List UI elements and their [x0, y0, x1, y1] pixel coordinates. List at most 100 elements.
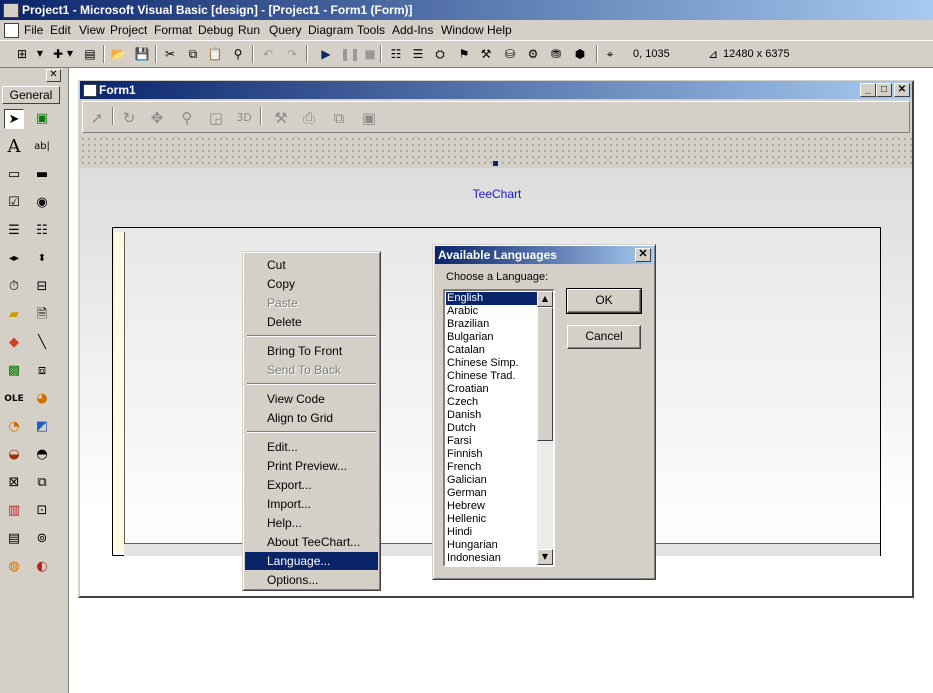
commandbutton-tool-icon[interactable]: ▬: [32, 165, 52, 185]
list-item[interactable]: English: [445, 291, 541, 306]
toolbox-icon[interactable]: ⚒: [478, 46, 494, 62]
edit-chart-icon[interactable]: ⚒: [271, 108, 291, 128]
find-icon[interactable]: ⚲: [230, 46, 246, 62]
line-tool-icon[interactable]: ╲: [32, 333, 52, 353]
checkbox-tool-icon[interactable]: ☑: [4, 193, 24, 213]
list-item[interactable]: German: [446, 487, 487, 500]
select-arrow-icon[interactable]: ➚: [87, 108, 107, 128]
project-explorer-icon[interactable]: ☷: [388, 46, 404, 62]
open-folder-icon[interactable]: 📂: [110, 46, 126, 62]
list-item[interactable]: Dutch: [446, 422, 476, 435]
toolbox-tab-general[interactable]: General: [2, 86, 60, 104]
properties-icon[interactable]: ☰: [410, 46, 426, 62]
list-item[interactable]: Catalan: [446, 344, 485, 357]
timer-tool-icon[interactable]: ⏱: [4, 277, 24, 297]
menu-format[interactable]: Format: [154, 23, 192, 37]
form-icon[interactable]: [83, 84, 97, 97]
textbox-tool-icon[interactable]: ab|: [32, 137, 52, 157]
menu-tools[interactable]: Tools: [357, 23, 385, 37]
menu-item-language[interactable]: Language...: [245, 552, 378, 570]
menu-item-bring-to-front[interactable]: Bring To Front: [245, 342, 378, 360]
hscrollbar-tool-icon[interactable]: ◂▸: [4, 249, 24, 269]
chart-web-icon[interactable]: ◐: [32, 557, 52, 577]
menu-debug[interactable]: Debug: [198, 23, 233, 37]
vb-app-icon[interactable]: [3, 3, 19, 18]
selection-handle[interactable]: [493, 161, 498, 166]
filelistbox-tool-icon[interactable]: 🗎: [32, 305, 52, 325]
menu-item-edit[interactable]: Edit...: [245, 438, 378, 456]
database-icon[interactable]: ⛃: [548, 46, 564, 62]
cancel-button[interactable]: Cancel: [567, 325, 641, 349]
data-view-icon[interactable]: ⛁: [502, 46, 518, 62]
list-item[interactable]: Hungarian: [446, 539, 498, 552]
listbox-tool-icon[interactable]: ☷: [32, 221, 52, 241]
move-icon[interactable]: ✥: [147, 108, 167, 128]
menu-project[interactable]: Project: [110, 23, 147, 37]
menu-item-export[interactable]: Export...: [245, 476, 378, 494]
menu-editor-icon[interactable]: ▤: [82, 46, 98, 62]
list-item[interactable]: Czech: [446, 396, 478, 409]
chart-commander-icon[interactable]: ⊚: [32, 529, 52, 549]
chevron-down-icon[interactable]: ▼: [36, 46, 44, 62]
series-icon[interactable]: ◒: [4, 445, 24, 465]
chart-list-icon[interactable]: ⊡: [32, 501, 52, 521]
scroll-up-icon[interactable]: ▲: [537, 291, 553, 307]
chart-preview-icon[interactable]: ⧉: [32, 473, 52, 493]
list-item[interactable]: Galician: [446, 474, 487, 487]
list-item[interactable]: Farsi: [446, 435, 471, 448]
menu-item-about-teechart[interactable]: About TeeChart...: [245, 533, 378, 551]
menu-item-align-to-grid[interactable]: Align to Grid: [245, 409, 378, 427]
menu-diagram[interactable]: Diagram: [308, 23, 353, 37]
close-icon[interactable]: ✕: [635, 248, 651, 262]
copy-icon[interactable]: ⧉: [185, 46, 201, 62]
add-form-icon[interactable]: ✚: [50, 46, 66, 62]
ole-tool-icon[interactable]: OLE: [4, 389, 24, 409]
menu-item-copy[interactable]: Copy: [245, 275, 378, 293]
label-tool-icon[interactable]: A: [4, 137, 24, 157]
menu-item-options[interactable]: Options...: [245, 571, 378, 589]
list-item[interactable]: Hindi: [446, 526, 472, 539]
save-icon[interactable]: 💾: [134, 46, 150, 62]
menu-item-cut[interactable]: Cut: [245, 256, 378, 274]
menu-item-delete[interactable]: Delete: [245, 313, 378, 331]
data-tool-icon[interactable]: ⧈: [32, 361, 52, 381]
ok-button[interactable]: OK: [566, 288, 642, 314]
depth-icon[interactable]: ◲: [206, 108, 226, 128]
menu-add-ins[interactable]: Add-Ins: [392, 23, 433, 37]
menu-item-import[interactable]: Import...: [245, 495, 378, 513]
start-icon[interactable]: ▶: [318, 46, 334, 62]
paste-icon[interactable]: 📋: [207, 46, 223, 62]
image-tool-icon[interactable]: ▩: [4, 361, 24, 381]
gauge-icon[interactable]: ◓: [32, 445, 52, 465]
drivelistbox-tool-icon[interactable]: ⊟: [32, 277, 52, 297]
menu-item-help[interactable]: Help...: [245, 514, 378, 532]
save-chart-icon[interactable]: ▣: [359, 108, 379, 128]
redo-icon[interactable]: ↷: [284, 46, 300, 62]
vscrollbar-tool-icon[interactable]: ⬍: [32, 249, 52, 269]
zoom-icon[interactable]: ⚲: [177, 108, 197, 128]
scroll-down-icon[interactable]: ▼: [537, 549, 553, 565]
component-manager-icon[interactable]: ⬢: [572, 46, 588, 62]
form-layout-icon[interactable]: ⛭: [432, 46, 448, 62]
pointer-tool-icon[interactable]: ➤: [4, 109, 24, 129]
optionbutton-tool-icon[interactable]: ◉: [32, 193, 52, 213]
list-item[interactable]: Danish: [446, 409, 481, 422]
chart-grid-icon[interactable]: ⊠: [4, 473, 24, 493]
menu-run[interactable]: Run: [238, 23, 260, 37]
minimize-icon[interactable]: _: [860, 83, 876, 97]
menu-view[interactable]: View: [79, 23, 105, 37]
maximize-icon[interactable]: □: [876, 83, 892, 97]
list-item[interactable]: Croatian: [446, 383, 489, 396]
object-browser-icon[interactable]: ⚑: [456, 46, 472, 62]
visual-component-icon[interactable]: ⚙: [525, 46, 541, 62]
chevron-down-icon[interactable]: ▼: [66, 46, 74, 62]
list-item[interactable]: Hebrew: [446, 500, 485, 513]
chart-editor-icon[interactable]: ◩: [32, 417, 52, 437]
menu-file[interactable]: File: [24, 23, 43, 37]
chart-scroller-icon[interactable]: ◍: [4, 557, 24, 577]
list-item[interactable]: Brazilian: [446, 318, 489, 331]
menu-window[interactable]: Window: [441, 23, 484, 37]
copy-chart-icon[interactable]: ⧉: [329, 108, 349, 128]
menu-help[interactable]: Help: [487, 23, 512, 37]
combobox-tool-icon[interactable]: ☰: [4, 221, 24, 241]
